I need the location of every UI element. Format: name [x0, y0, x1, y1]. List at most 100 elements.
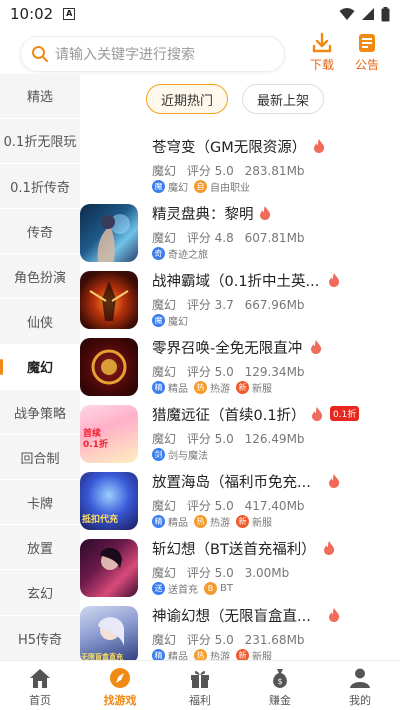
- tag-icon: 热: [194, 515, 207, 528]
- tag-icon: 精: [152, 515, 165, 528]
- tag-text: 精品: [168, 518, 188, 529]
- tab-find-games[interactable]: 找游戏: [80, 661, 160, 710]
- notice-button[interactable]: 公告: [347, 32, 387, 76]
- game-tag: 新新服: [236, 380, 272, 395]
- tab-earn[interactable]: $ 赚金: [240, 661, 320, 710]
- game-tags: 奇奇迹之旅: [152, 246, 208, 261]
- sidebar-item-legend[interactable]: 传奇: [0, 209, 80, 255]
- game-title: 苍穹变（GM无限资源）: [152, 140, 307, 156]
- game-title: 零界召唤-全免无限直冲: [152, 341, 303, 357]
- tag-text: BT: [220, 583, 233, 594]
- game-genre: 魔幻: [152, 298, 177, 312]
- sidebar-item-01-legend[interactable]: 0.1折传奇: [0, 164, 80, 209]
- svg-text:$: $: [277, 677, 282, 686]
- game-score: 评分 5.0: [186, 499, 234, 513]
- tag-text: 新服: [252, 652, 272, 660]
- sidebar-item-idle[interactable]: 放置: [0, 525, 80, 571]
- status-icons: [339, 6, 390, 22]
- game-score: 评分 5.0: [186, 633, 234, 647]
- game-tags: 精精品 热热游 新新服: [152, 514, 272, 529]
- sidebar-item-card[interactable]: 卡牌: [0, 480, 80, 526]
- sidebar-item-h5-legend[interactable]: H5传奇: [0, 616, 80, 660]
- game-meta: 魔幻 评分 5.0 129.34Mb: [152, 363, 312, 380]
- search-placeholder: 请输入关键字进行搜索: [55, 47, 195, 63]
- list-item[interactable]: 零界召唤-全免无限直冲 魔幻 评分 5.0 129.34Mb 精精品 热热游 新…: [80, 331, 400, 398]
- tag-icon: 新: [236, 515, 249, 528]
- notice-icon: [359, 34, 375, 52]
- game-tag: 热热游: [194, 380, 230, 395]
- game-title: 猎魔远征（首续0.1折）: [152, 408, 306, 424]
- tag-text: 剑与魔法: [168, 451, 208, 462]
- tag-icon: 自: [194, 180, 207, 193]
- sidebar-item-fantasy[interactable]: 魔幻: [0, 345, 80, 390]
- tab-mine[interactable]: 我的: [320, 661, 400, 710]
- game-tags: 精精品 热热游 新新服: [152, 380, 272, 395]
- tag-text: 自由职业: [210, 183, 250, 194]
- game-tag: 热热游: [194, 648, 230, 660]
- game-size: 126.49Mb: [244, 432, 305, 446]
- hot-fire-icon: [312, 407, 323, 421]
- tab-newest[interactable]: 最新上架: [242, 84, 325, 114]
- hot-fire-icon: [329, 474, 340, 488]
- sidebar-item-rpg[interactable]: 角色扮演: [0, 254, 80, 300]
- filter-tabs: 近期热门 最新上架: [146, 84, 325, 114]
- cellular-icon: [362, 8, 374, 20]
- sidebar-item-turn-based[interactable]: 回合制: [0, 435, 80, 481]
- search-input[interactable]: 请输入关键字进行搜索: [20, 36, 285, 72]
- tab-recent-hot[interactable]: 近期热门: [146, 84, 229, 114]
- category-sidebar: 精选 0.1折无限玩 0.1折传奇 传奇 角色扮演 仙侠 魔幻 战争策略 回合制…: [0, 74, 80, 660]
- tab-earn-label: 赚金: [269, 694, 291, 707]
- thumbnail-caption: 无限盲盒直充: [81, 653, 123, 660]
- game-thumbnail: [80, 338, 138, 396]
- game-tag: 新新服: [236, 514, 272, 529]
- download-button[interactable]: 下载: [302, 32, 342, 76]
- list-item[interactable]: 抵扣代充 放置海岛（福利币免充... 魔幻 评分 5.0 417.40Mb 精精…: [80, 465, 400, 532]
- compass-icon: [110, 668, 130, 688]
- sidebar-item-xianxia[interactable]: 仙侠: [0, 299, 80, 345]
- top-bar: 请输入关键字进行搜索 下载 公告: [0, 30, 400, 76]
- sidebar-item-strategy[interactable]: 战争策略: [0, 390, 80, 435]
- list-item[interactable]: 首续 0.1折 猎魔远征（首续0.1折） 0.1折 魔幻 评分 5.0 126.…: [80, 398, 400, 465]
- wifi-icon: [339, 8, 355, 20]
- discount-badge: 0.1折: [330, 406, 360, 421]
- game-title: 神谕幻想（无限盲盒直...: [152, 609, 311, 625]
- game-size: 667.96Mb: [244, 298, 305, 312]
- sidebar-item-jingxuan[interactable]: 精选: [0, 74, 80, 119]
- game-thumbnail: [80, 539, 138, 597]
- sidebar-item-01-unlimited[interactable]: 0.1折无限玩: [0, 119, 80, 164]
- game-title: 战神霸域（0.1折中土英...: [152, 274, 320, 290]
- game-size: 231.68Mb: [244, 633, 305, 647]
- sidebar-item-xuanhuan[interactable]: 玄幻: [0, 571, 80, 616]
- game-tag: 剑剑与魔法: [152, 447, 208, 462]
- game-meta: 魔幻 评分 3.7 667.96Mb: [152, 296, 312, 313]
- list-item[interactable]: 无限盲盒直充 神谕幻想（无限盲盒直... 魔幻 评分 5.0 231.68Mb …: [80, 599, 400, 660]
- game-meta: 魔幻 评分 5.0 417.40Mb: [152, 497, 312, 514]
- game-tag: 精精品: [152, 380, 188, 395]
- game-genre: 魔幻: [152, 365, 177, 379]
- tag-icon: 剑: [152, 448, 165, 461]
- tab-welfare-label: 福利: [189, 694, 211, 707]
- list-item[interactable]: 苍穹变（GM无限资源） 魔幻 评分 5.0 283.81Mb 魔魔幻 自自由职业: [80, 130, 400, 197]
- game-thumbnail: [80, 204, 138, 262]
- game-thumbnail: 无限盲盒直充: [80, 606, 138, 660]
- list-item[interactable]: 战神霸域（0.1折中土英... 魔幻 评分 3.7 667.96Mb 魔魔幻: [80, 264, 400, 331]
- hot-fire-icon: [314, 139, 325, 153]
- tab-home[interactable]: 首页: [0, 661, 80, 710]
- game-size: 129.34Mb: [244, 365, 305, 379]
- game-genre: 魔幻: [152, 499, 177, 513]
- game-list: 苍穹变（GM无限资源） 魔幻 评分 5.0 283.81Mb 魔魔幻 自自由职业…: [80, 130, 400, 660]
- user-icon: [350, 668, 370, 688]
- search-icon: [32, 46, 48, 62]
- game-tags: 精精品 热热游 新新服: [152, 648, 272, 660]
- game-thumbnail: 首续 0.1折: [80, 405, 138, 463]
- tab-welfare[interactable]: 福利: [160, 661, 240, 710]
- list-item[interactable]: 精灵盘典：黎明 魔幻 评分 4.8 607.81Mb 奇奇迹之旅: [80, 197, 400, 264]
- game-score: 评分 5.0: [186, 566, 234, 580]
- game-size: 607.81Mb: [244, 231, 305, 245]
- gift-icon: [191, 671, 209, 688]
- list-item[interactable]: 斩幻想（BT送首充福利） 魔幻 评分 5.0 3.00Mb 送送首充 B BT: [80, 532, 400, 599]
- tag-text: 热游: [210, 518, 230, 529]
- game-meta: 魔幻 评分 5.0 126.49Mb: [152, 430, 312, 447]
- game-tag: B BT: [204, 581, 233, 596]
- tag-icon: 热: [194, 649, 207, 660]
